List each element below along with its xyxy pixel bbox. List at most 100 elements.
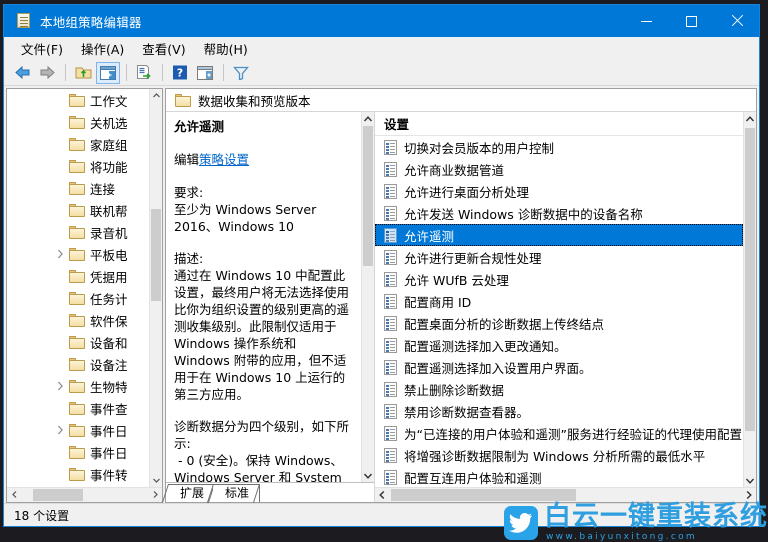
description-clip: 允许遥测 编辑策略设置 要求: 至少为 Windows Server 2016、… xyxy=(166,112,374,482)
description-scroll-up-icon[interactable] xyxy=(362,112,374,125)
settings-list-item[interactable]: 为“已连接的用户体验和遥测”服务进行经验证的代理使用配置 xyxy=(375,422,743,444)
tab-standard[interactable]: 标准 xyxy=(213,484,261,502)
tree-item[interactable]: 录音机 xyxy=(7,221,149,243)
description-text: 通过在 Windows 10 中配置此设置，最终用户将无法选择使用比你为组织设置… xyxy=(174,268,350,402)
scroll-icon xyxy=(15,13,31,29)
tree-scroll-up-icon[interactable] xyxy=(150,89,162,102)
menu-help[interactable]: 帮助(H) xyxy=(195,36,257,61)
forward-icon[interactable] xyxy=(35,62,59,84)
settings-list-item[interactable]: 配置遥测选择加入更改通知。 xyxy=(375,334,743,356)
policy-setting-icon xyxy=(384,183,397,199)
folder-icon xyxy=(69,181,85,195)
chevron-right-icon[interactable] xyxy=(57,425,67,435)
description-scroll-down-icon[interactable] xyxy=(362,469,374,482)
tree-item[interactable]: 家庭组 xyxy=(7,133,149,155)
policy-setting-icon xyxy=(384,469,397,485)
tree-item[interactable]: 事件日 xyxy=(7,441,149,463)
tree-item-label: 软件保 xyxy=(90,313,128,329)
menu-view[interactable]: 查看(V) xyxy=(133,36,194,61)
settings-scroll-up-icon[interactable] xyxy=(744,112,756,125)
up-folder-icon[interactable] xyxy=(71,62,95,84)
settings-vertical-scrollbar[interactable] xyxy=(743,112,756,487)
filter-icon[interactable] xyxy=(229,62,253,84)
chevron-right-icon[interactable] xyxy=(57,381,67,391)
settings-horizontal-scrollbar[interactable] xyxy=(375,487,756,502)
tree-item[interactable]: 连接 xyxy=(7,177,149,199)
tree-item[interactable]: 任务计 xyxy=(7,287,149,309)
tree-item[interactable]: 联机帮 xyxy=(7,199,149,221)
settings-list-item[interactable]: 允许 WUfB 云处理 xyxy=(375,268,743,290)
tree-item-label: 工作文 xyxy=(90,93,128,109)
settings-list-item-label: 禁止删除诊断数据 xyxy=(404,382,505,398)
settings-column-header[interactable]: 设置 xyxy=(375,112,743,136)
menu-bar: 文件(F) 操作(A) 查看(V) 帮助(H) xyxy=(4,37,759,60)
tree-item[interactable]: 事件日 xyxy=(7,419,149,441)
tree-item[interactable]: 设备和 xyxy=(7,331,149,353)
watermark-url: www.baiyunxitong.com xyxy=(546,532,697,542)
settings-hscrollbar-thumb[interactable] xyxy=(391,489,576,501)
tree-hscrollbar-thumb[interactable] xyxy=(33,489,83,501)
tree-item[interactable]: 事件转 xyxy=(7,463,149,485)
settings-list[interactable]: 切换对会员版本的用户控制 允许商业数据管道 允许进行桌面分析处理允许发送 Windo… xyxy=(375,136,743,487)
settings-list-item[interactable]: 禁用诊断数据查看器。 xyxy=(375,400,743,422)
tree-item[interactable]: 设备注 xyxy=(7,353,149,375)
details-pane-header: 数据收集和预览版本 xyxy=(166,89,756,112)
menu-action[interactable]: 操作(A) xyxy=(72,36,133,61)
svg-text:?: ? xyxy=(177,67,183,80)
close-button[interactable] xyxy=(714,5,759,37)
settings-list-item[interactable]: 配置遥测选择加入设置用户界面。 xyxy=(375,356,743,378)
tree-scrollbar-thumb[interactable] xyxy=(151,209,161,301)
tree-item[interactable]: 软件保 xyxy=(7,309,149,331)
tree-item[interactable]: 将功能 xyxy=(7,155,149,177)
settings-list-item-label: 配置遥测选择加入设置用户界面。 xyxy=(404,360,592,376)
menu-file[interactable]: 文件(F) xyxy=(12,36,72,61)
settings-list-item[interactable]: 允许进行更新合规性处理 xyxy=(375,246,743,268)
folder-icon xyxy=(69,379,85,393)
settings-list-item[interactable]: 允许发送 Windows 诊断数据中的设备名称 xyxy=(375,202,743,224)
back-icon[interactable] xyxy=(10,62,34,84)
show-hide-tree-icon[interactable] xyxy=(96,61,120,84)
settings-list-item[interactable]: 允许遥测 xyxy=(375,224,743,246)
tree-item[interactable]: 工作文 xyxy=(7,89,149,111)
tree-item[interactable]: 凭据用 xyxy=(7,265,149,287)
description-scrollbar-thumb[interactable] xyxy=(363,126,373,266)
description-vertical-scrollbar[interactable] xyxy=(361,112,374,482)
console-tree[interactable]: 工作文关机选 家庭组 将功能 连接 联机帮 录音机 平板电 凭据用 任务计软件保设备和 设备注 生物… xyxy=(7,89,149,487)
tree-item[interactable]: 关机选 xyxy=(7,111,149,133)
tree-item[interactable]: 事件查 xyxy=(7,397,149,419)
settings-scroll-down-icon[interactable] xyxy=(744,474,756,487)
settings-list-item-label: 配置桌面分析的诊断数据上传终结点 xyxy=(404,316,605,332)
minimize-button[interactable] xyxy=(624,5,669,37)
folder-icon xyxy=(69,335,85,349)
tree-horizontal-scrollbar[interactable] xyxy=(7,487,162,502)
policy-title: 允许遥测 xyxy=(174,119,225,134)
settings-list-item[interactable]: 配置商用 ID xyxy=(375,290,743,312)
tree-item[interactable]: 平板电 xyxy=(7,243,149,265)
maximize-button[interactable] xyxy=(669,5,714,37)
requirements-label: 要求: xyxy=(174,185,204,200)
settings-list-item[interactable]: 配置互连用户体验和遥测 xyxy=(375,466,743,487)
settings-scrollbar-thumb[interactable] xyxy=(745,128,755,431)
settings-list-item[interactable]: 禁止删除诊断数据 xyxy=(375,378,743,400)
chevron-right-icon[interactable] xyxy=(57,249,67,259)
show-console-tree-icon[interactable] xyxy=(193,62,217,84)
tree-scroll-left-icon[interactable] xyxy=(7,488,21,501)
edit-policy-link[interactable]: 策略设置 xyxy=(199,152,249,167)
settings-list-item[interactable]: 切换对会员版本的用户控制 xyxy=(375,136,743,158)
tree-scroll-down-icon[interactable] xyxy=(150,474,162,487)
help-icon[interactable]: ? xyxy=(168,62,192,84)
settings-list-item[interactable]: 将增强诊断数据限制为 Windows 分析所需的最低水平 xyxy=(375,444,743,466)
settings-scroll-right-icon[interactable] xyxy=(742,488,756,501)
settings-list-item-label: 允许发送 Windows 诊断数据中的设备名称 xyxy=(404,206,643,222)
tree-item[interactable]: 生物特 xyxy=(7,375,149,397)
settings-list-item[interactable]: 配置桌面分析的诊断数据上传终结点 xyxy=(375,312,743,334)
policy-description-pane: 允许遥测 编辑策略设置 要求: 至少为 Windows Server 2016、… xyxy=(166,112,374,502)
tree-scroll-right-icon[interactable] xyxy=(148,488,162,501)
settings-scroll-left-icon[interactable] xyxy=(375,488,389,501)
tree-vertical-scrollbar[interactable] xyxy=(149,89,162,487)
requirements-text: 至少为 Windows Server 2016、Windows 10 xyxy=(174,202,317,234)
settings-list-item[interactable]: 允许商业数据管道 xyxy=(375,158,743,180)
export-list-icon[interactable] xyxy=(132,62,156,84)
settings-list-item[interactable]: 允许进行桌面分析处理 xyxy=(375,180,743,202)
policy-setting-icon xyxy=(384,161,397,177)
